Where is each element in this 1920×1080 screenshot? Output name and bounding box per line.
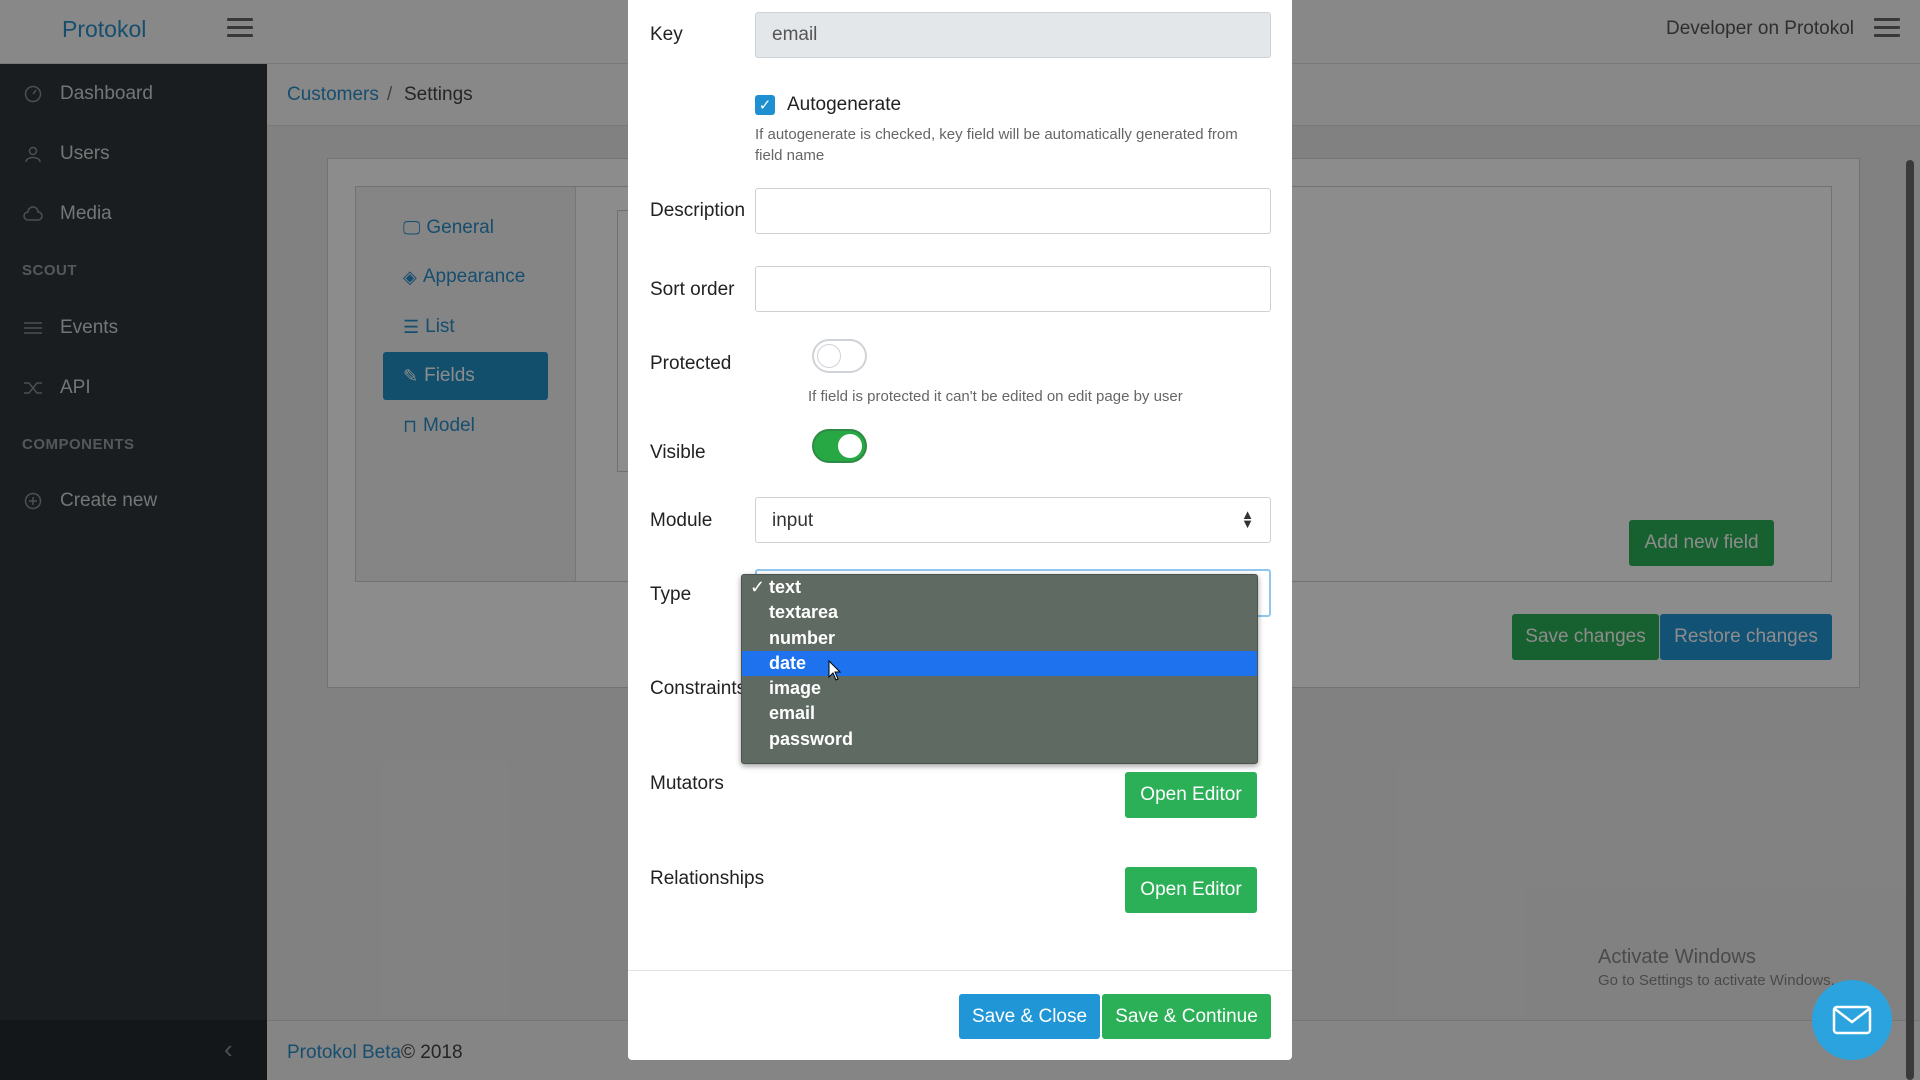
visible-toggle[interactable] [812,429,867,463]
mail-icon [1832,1005,1872,1035]
option-label: password [769,729,854,749]
module-label: Module [650,510,713,531]
check-icon: ✓ [758,97,772,114]
option-label: textarea [769,602,839,622]
type-option-textarea[interactable]: textarea [742,600,1257,625]
type-option-email[interactable]: email [742,701,1257,726]
type-option-text[interactable]: ✓ text [742,575,1257,600]
mutators-label: Mutators [650,773,724,794]
mutators-open-editor-button[interactable]: Open Editor [1125,772,1257,818]
relationships-open-editor-button[interactable]: Open Editor [1125,867,1257,913]
option-label: number [769,628,836,648]
module-select[interactable]: input ▲ ▼ [755,497,1271,543]
chat-button[interactable] [1812,980,1892,1060]
type-label: Type [650,584,692,605]
module-select-value: input [772,510,814,531]
sort-order-input[interactable] [755,266,1271,312]
protected-help: If field is protected it can't be edited… [808,388,1183,405]
save-continue-button[interactable]: Save & Continue [1102,994,1271,1039]
key-input[interactable] [755,12,1271,58]
type-dropdown-list: ✓ text textarea number date image email … [741,574,1258,764]
visible-label: Visible [650,442,706,463]
autogenerate-checkbox[interactable]: ✓ [755,95,775,115]
description-label: Description [650,200,746,221]
page-scrollbar[interactable] [1906,160,1914,1080]
option-label: email [769,703,816,723]
save-close-button[interactable]: Save & Close [959,994,1100,1039]
protected-toggle[interactable] [812,339,867,373]
option-label: image [769,678,822,698]
autogenerate-help: If autogenerate is checked, key field wi… [755,126,1238,164]
option-label: date [769,653,807,673]
key-label: Key [650,24,683,45]
protected-label: Protected [650,353,732,374]
relationships-label: Relationships [650,868,765,889]
type-option-password[interactable]: password [742,727,1257,752]
sort-arrows-icon: ▲ ▼ [1241,507,1254,531]
option-label: text [769,577,802,597]
check-icon: ✓ [750,577,766,597]
type-option-date[interactable]: date [742,651,1257,676]
sort-order-label: Sort order [650,279,735,300]
mouse-cursor-icon [828,660,842,681]
modal-footer-divider [628,970,1292,971]
type-option-image[interactable]: image [742,676,1257,701]
autogenerate-label: Autogenerate [787,94,902,115]
description-input[interactable] [755,188,1271,234]
type-option-number[interactable]: number [742,626,1257,651]
constraints-label: Constraints [650,678,747,699]
